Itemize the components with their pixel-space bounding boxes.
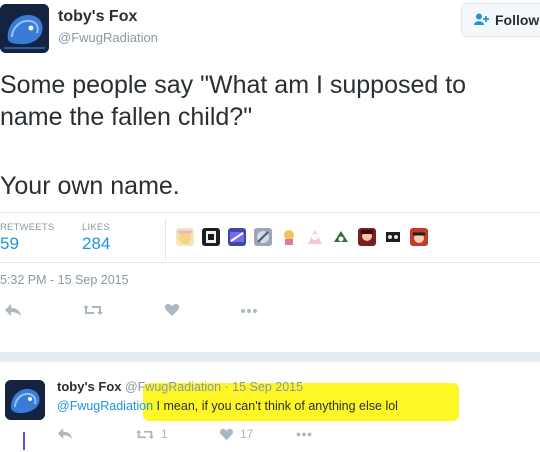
author-handle[interactable]: @FwugRadiation [58,30,158,45]
reply-author-name[interactable]: toby's Fox [57,379,122,394]
reply-icon [57,428,73,439]
retweet-button[interactable] [82,303,104,317]
reply-like-count: 17 [240,427,254,441]
liker-avatar[interactable] [410,228,428,246]
tweet-text-line-3: Your own name. [0,172,180,200]
like-button[interactable] [164,303,180,317]
more-icon [296,432,312,437]
liker-avatar[interactable] [384,228,402,246]
reply-body: I mean, if you can't think of anything e… [153,399,398,413]
like-icon [164,304,180,316]
reply-like-button[interactable]: 17 [219,427,253,441]
reply-mention[interactable]: @FwugRadiation [57,399,153,413]
reply-date[interactable]: 15 Sep 2015 [232,380,303,394]
tweet-text-line-2: name the fallen child?" [0,103,253,131]
reply-author-handle[interactable]: @FwugRadiation [125,380,221,394]
stats-top-divider [0,212,540,213]
liker-avatars [176,228,436,248]
tweet-timestamp[interactable]: 5:32 PM - 15 Sep 2015 [0,273,129,287]
author-name[interactable]: toby's Fox [58,8,137,26]
retweets-label: RETWEETS [0,222,55,233]
follow-label: Follow [495,12,540,28]
conversation-separator [0,352,540,362]
likes-label: LIKES [82,222,110,233]
follow-button[interactable]: Follow [461,3,540,37]
author-avatar[interactable] [0,4,49,53]
thread-line [23,432,25,450]
reply-retweet-count: 1 [161,427,168,441]
reply-retweet-button[interactable]: 1 [135,427,168,441]
reply-author-avatar[interactable] [5,380,45,420]
liker-avatar[interactable] [202,228,220,246]
liker-avatar[interactable] [254,228,272,246]
reply-header: toby's Fox @FwugRadiation · 15 Sep 2015 [57,379,303,394]
like-icon [219,428,234,440]
reply-button[interactable] [4,303,22,317]
liker-avatar[interactable] [280,228,298,246]
stats-bottom-divider [0,262,540,263]
likes-count[interactable]: 284 [82,234,110,254]
liker-avatar[interactable] [228,228,246,246]
reply-more-button[interactable] [295,427,313,440]
reply-text: @FwugRadiation I mean, if you can't thin… [57,399,398,413]
reply-icon [5,304,21,316]
more-button[interactable] [240,303,258,317]
more-icon [241,309,257,313]
reply-date-separator: · [221,380,233,394]
follow-user-icon [474,12,490,28]
retweets-count[interactable]: 59 [0,234,19,254]
retweet-icon [83,305,103,315]
liker-avatar[interactable] [332,228,350,246]
retweet-icon [135,429,155,439]
tweet-text-line-1: Some people say "What am I supposed to [0,71,467,99]
reply-reply-button[interactable] [57,427,73,440]
liker-avatar[interactable] [176,228,194,246]
stats-divider [165,218,166,260]
liker-avatar[interactable] [306,228,324,246]
liker-avatar[interactable] [358,228,376,246]
